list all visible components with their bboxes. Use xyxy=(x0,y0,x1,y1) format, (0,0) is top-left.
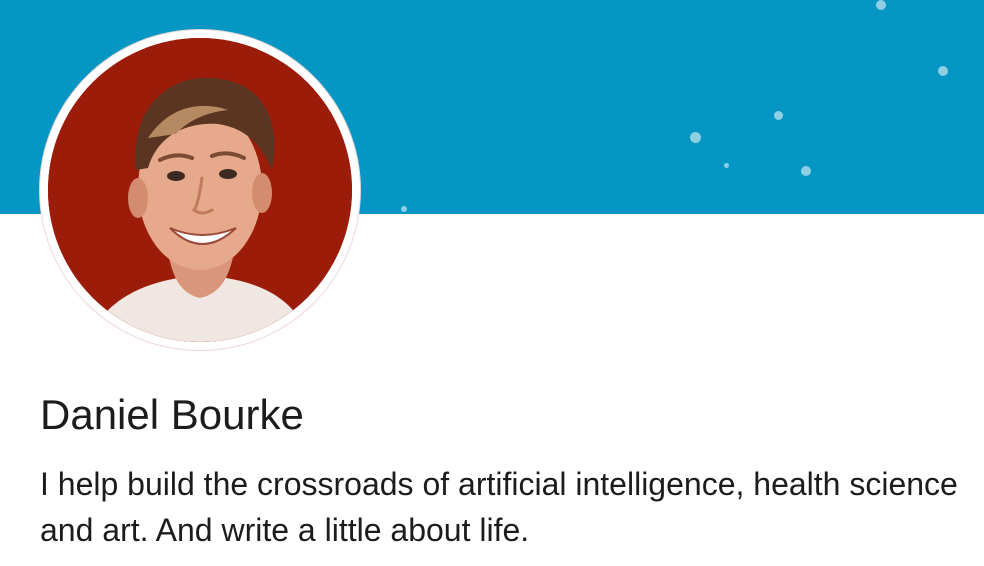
cover-speck xyxy=(401,206,407,212)
cover-speck xyxy=(938,66,948,76)
avatar-portrait xyxy=(48,38,352,342)
cover-speck xyxy=(876,0,886,10)
cover-speck xyxy=(724,163,729,168)
profile-name: Daniel Bourke xyxy=(40,391,304,438)
profile-page: Daniel Bourke I help build the crossroad… xyxy=(0,0,984,566)
cover-speck xyxy=(774,111,783,120)
avatar[interactable] xyxy=(40,30,360,350)
profile-bio: I help build the crossroads of artificia… xyxy=(40,466,958,548)
cover-speck xyxy=(801,166,811,176)
avatar-photo xyxy=(48,38,352,342)
cover-speck xyxy=(690,132,701,143)
